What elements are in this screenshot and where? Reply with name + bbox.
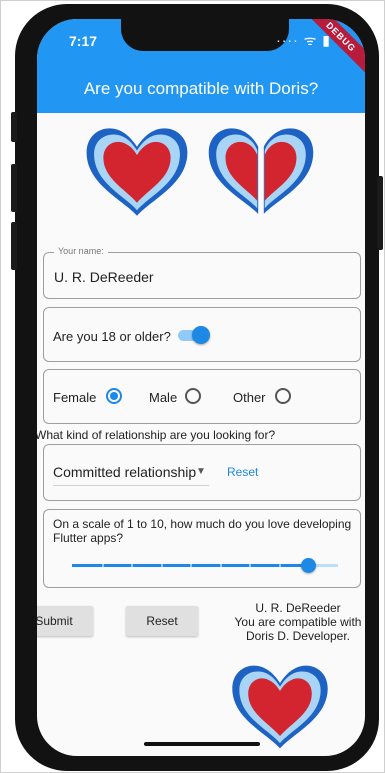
male-radio[interactable] bbox=[185, 388, 201, 404]
female-radio[interactable] bbox=[106, 388, 122, 404]
phone-side-button bbox=[11, 164, 17, 212]
app-title: Are you compatible with Doris? bbox=[83, 79, 319, 98]
gender-option-female-label: Female bbox=[53, 390, 97, 405]
home-indicator[interactable] bbox=[144, 742, 260, 746]
heart-icon bbox=[86, 128, 188, 216]
phone-notch bbox=[121, 19, 289, 51]
result-line-compatible: You are compatible with bbox=[234, 615, 362, 629]
submit-button[interactable]: Submit bbox=[37, 606, 93, 636]
gender-option-male-label: Male bbox=[149, 390, 178, 405]
phone-side-button bbox=[11, 222, 17, 270]
slider-tick bbox=[279, 564, 281, 567]
relationship-question: What kind of relationship are you lookin… bbox=[37, 428, 276, 442]
age-card: Are you 18 or older? bbox=[43, 307, 361, 362]
gender-card: Female Male Other bbox=[43, 369, 361, 424]
slider-tick bbox=[102, 564, 104, 567]
phone-side-button bbox=[377, 176, 383, 250]
gender-option-other-label: Other bbox=[233, 390, 266, 405]
slider-thumb[interactable] bbox=[301, 558, 316, 573]
result-text: U. R. DeReeder You are compatible with D… bbox=[233, 601, 363, 643]
result-line-match: Doris D. Developer. bbox=[245, 629, 351, 643]
name-field-value[interactable]: U. R. DeReeder bbox=[54, 269, 154, 285]
relationship-card: Committed relationship ▼ Reset bbox=[43, 444, 361, 501]
status-icons: ···· ᯤ ▮ bbox=[276, 32, 331, 48]
love-scale-card: On a scale of 1 to 10, how much do you l… bbox=[43, 509, 361, 588]
relationship-dropdown[interactable]: Committed relationship ▼ bbox=[53, 462, 209, 486]
love-scale-slider[interactable] bbox=[72, 558, 338, 573]
toggle-thumb bbox=[192, 326, 210, 344]
device-frame: 7:17 ···· ᯤ ▮ DEBUG Are you compatible w… bbox=[0, 0, 385, 773]
age-switch-label: Are you 18 or older? bbox=[53, 329, 171, 344]
slider-tick bbox=[190, 564, 192, 567]
reset-button[interactable]: Reset bbox=[126, 606, 198, 636]
status-time: 7:17 bbox=[69, 33, 98, 49]
relationship-reset-button[interactable]: Reset bbox=[227, 465, 258, 479]
dropdown-arrow-icon: ▼ bbox=[196, 466, 206, 477]
hearts-row bbox=[37, 123, 365, 219]
other-radio[interactable] bbox=[275, 388, 291, 404]
phone-side-button bbox=[11, 112, 17, 142]
slider-tick bbox=[161, 564, 163, 567]
broken-heart-icon bbox=[208, 128, 314, 214]
slider-tick bbox=[220, 564, 222, 567]
name-field[interactable]: Your name: U. R. DeReeder bbox=[43, 246, 361, 299]
result-heart-icon bbox=[232, 665, 328, 749]
love-scale-label: On a scale of 1 to 10, how much do you l… bbox=[53, 517, 352, 545]
name-field-label: Your name: bbox=[54, 246, 108, 256]
age-toggle[interactable] bbox=[176, 326, 210, 344]
result-line-name: U. R. DeReeder bbox=[255, 601, 341, 615]
slider-tick bbox=[249, 564, 251, 567]
relationship-dropdown-value: Committed relationship bbox=[53, 464, 197, 480]
slider-tick bbox=[131, 564, 133, 567]
phone-screen: 7:17 ···· ᯤ ▮ DEBUG Are you compatible w… bbox=[37, 19, 365, 756]
app-bar: 7:17 ···· ᯤ ▮ DEBUG Are you compatible w… bbox=[37, 19, 365, 113]
